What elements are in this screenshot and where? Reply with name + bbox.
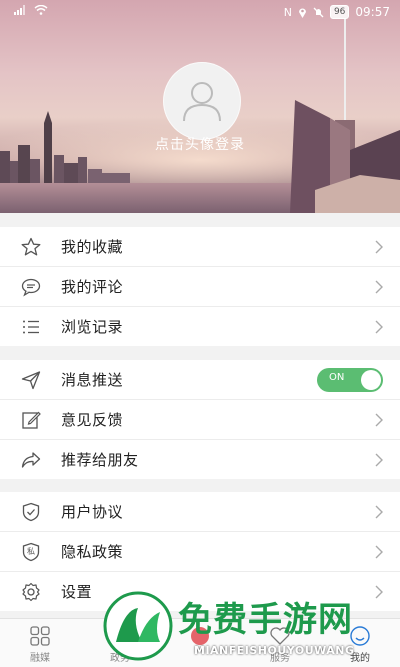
menu-group-personal: 我的收藏 我的评论 浏览记录 xyxy=(0,227,400,346)
mute-icon xyxy=(313,7,324,17)
chevron-right-icon xyxy=(375,240,383,254)
menu-item-comments[interactable]: 我的评论 xyxy=(0,267,400,307)
wifi-icon xyxy=(34,5,48,15)
menu-label: 意见反馈 xyxy=(61,411,124,429)
star-icon xyxy=(20,236,42,258)
toggle-state-label: ON xyxy=(329,372,345,383)
avatar[interactable] xyxy=(163,62,241,140)
share-icon xyxy=(20,449,42,471)
menu-label: 浏览记录 xyxy=(61,318,124,336)
battery-indicator: 96 xyxy=(329,5,350,19)
list-icon xyxy=(20,316,42,338)
push-toggle[interactable]: ON xyxy=(317,368,383,392)
privacy-icon: 私 xyxy=(20,541,42,563)
menu-item-recommend[interactable]: 推荐给朋友 xyxy=(0,440,400,479)
nfc-icon: N xyxy=(283,5,292,19)
comment-icon xyxy=(20,276,42,298)
privacy-icon-char: 私 xyxy=(27,547,35,556)
watermark-text: 免费手游网 xyxy=(178,600,353,640)
send-icon xyxy=(20,369,42,391)
profile-header: N 96 09:57 点击头像登录 xyxy=(0,0,400,213)
menu-label: 推荐给朋友 xyxy=(61,451,139,469)
status-left xyxy=(14,5,48,15)
watermark: 免费手游网 MIANFEISHOUYOUWANG xyxy=(96,586,400,666)
status-bar: N 96 09:57 xyxy=(0,0,400,26)
grid-icon xyxy=(30,626,50,646)
toggle-knob xyxy=(361,370,381,390)
signal-icon xyxy=(14,5,25,15)
skyline-right xyxy=(290,18,400,213)
menu-item-favorites[interactable]: 我的收藏 xyxy=(0,227,400,267)
watermark-subtext: MIANFEISHOUYOUWANG xyxy=(194,644,355,657)
shield-icon xyxy=(20,501,42,523)
chevron-right-icon xyxy=(375,413,383,427)
menu-item-push: 消息推送 ON xyxy=(0,360,400,400)
user-avatar-icon xyxy=(183,82,221,122)
menu-label: 我的评论 xyxy=(61,278,124,296)
menu-label: 消息推送 xyxy=(61,371,124,389)
chevron-right-icon xyxy=(375,320,383,334)
menu-label: 用户协议 xyxy=(61,503,124,521)
menu-label: 设置 xyxy=(61,583,93,601)
chevron-right-icon xyxy=(375,545,383,559)
status-right: N 96 09:57 xyxy=(284,5,390,19)
menu-label: 我的收藏 xyxy=(61,238,124,256)
location-icon xyxy=(298,8,306,18)
gear-icon xyxy=(20,581,42,603)
menu-group-notifications: 消息推送 ON 意见反馈 推荐给朋友 xyxy=(0,360,400,479)
menu-item-user-agreement[interactable]: 用户协议 xyxy=(0,492,400,532)
clock: 09:57 xyxy=(355,5,390,19)
chevron-right-icon xyxy=(375,280,383,294)
watermark-logo xyxy=(103,591,173,661)
menu-item-history[interactable]: 浏览记录 xyxy=(0,307,400,346)
tab-label: 融媒 xyxy=(30,653,50,664)
login-prompt[interactable]: 点击头像登录 xyxy=(0,134,400,154)
menu-item-privacy[interactable]: 私 隐私政策 xyxy=(0,532,400,572)
menu-label: 隐私政策 xyxy=(61,543,124,561)
menu-item-feedback[interactable]: 意见反馈 xyxy=(0,400,400,440)
edit-icon xyxy=(20,409,42,431)
chevron-right-icon xyxy=(375,505,383,519)
chevron-right-icon xyxy=(375,453,383,467)
tab-media[interactable]: 融媒 xyxy=(0,619,80,667)
